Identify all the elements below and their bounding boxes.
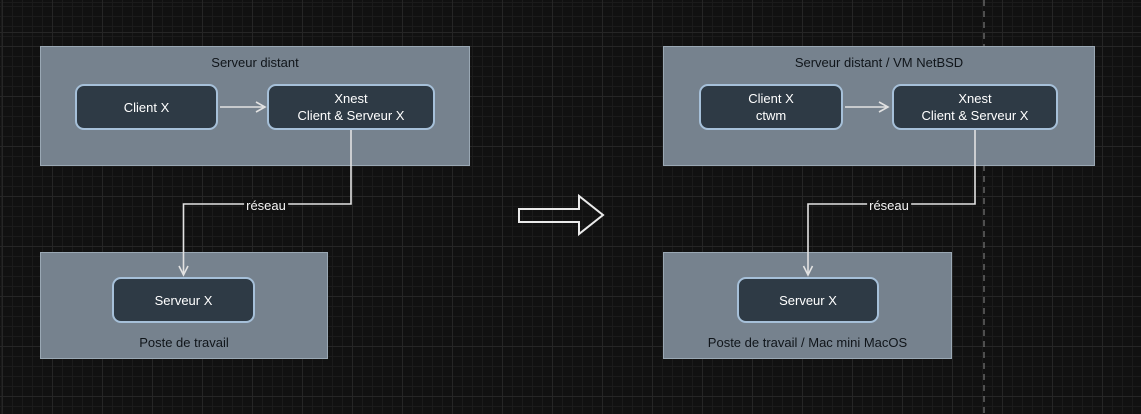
node-label: Client & Serveur X <box>922 107 1029 124</box>
group-title: Poste de travail / Mac mini MacOS <box>664 335 951 350</box>
node-serveur-x-right[interactable]: Serveur X <box>737 277 879 323</box>
group-title: Serveur distant / VM NetBSD <box>664 55 1094 70</box>
node-label: Client X <box>124 99 170 116</box>
group-title: Serveur distant <box>41 55 469 70</box>
node-label: ctwm <box>756 107 786 124</box>
node-label: Client & Serveur X <box>298 107 405 124</box>
node-label: Client X <box>748 90 794 107</box>
diagram-canvas[interactable]: Serveur distant Poste de travail Serveur… <box>0 0 1141 414</box>
node-label: Serveur X <box>779 292 837 309</box>
node-xnest-right[interactable]: Xnest Client & Serveur X <box>892 84 1058 130</box>
node-client-x-left[interactable]: Client X <box>75 84 218 130</box>
node-xnest-left[interactable]: Xnest Client & Serveur X <box>267 84 435 130</box>
node-serveur-x-left[interactable]: Serveur X <box>112 277 255 323</box>
node-label: Serveur X <box>155 292 213 309</box>
node-client-x-ctwm-right[interactable]: Client X ctwm <box>699 84 843 130</box>
edge-label-reseau-right[interactable]: réseau <box>867 199 911 213</box>
node-label: Xnest <box>958 90 991 107</box>
group-title: Poste de travail <box>41 335 327 350</box>
node-label: Xnest <box>334 90 367 107</box>
edge-label-reseau-left[interactable]: réseau <box>244 199 288 213</box>
